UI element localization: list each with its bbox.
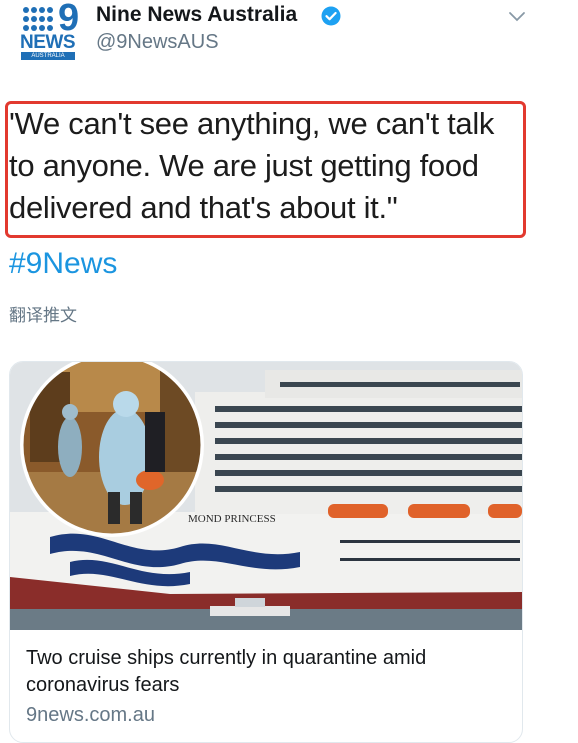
logo-dots-icon	[23, 7, 53, 31]
verified-badge-icon	[321, 6, 341, 26]
chevron-down-icon[interactable]	[508, 10, 526, 24]
link-card[interactable]: MOND PRINCESS Two cruise ships currently…	[9, 361, 523, 743]
account-name[interactable]: Nine News Australia	[96, 3, 297, 27]
card-domain: 9news.com.au	[26, 704, 155, 726]
logo-number: 9	[58, 0, 80, 39]
logo-word: NEWS	[20, 32, 76, 53]
hashtag-link[interactable]: #9News	[9, 247, 117, 281]
card-title[interactable]: Two cruise ships currently in quarantine…	[26, 645, 512, 699]
logo-country: AUSTRALIA	[21, 52, 75, 60]
translate-tweet-link[interactable]: 翻译推文	[9, 301, 77, 326]
card-title-line: coronavirus fears	[26, 674, 180, 696]
account-handle[interactable]: @9NewsAUS	[96, 31, 219, 54]
cruise-ship-image: MOND PRINCESS	[10, 362, 522, 630]
nine-news-logo[interactable]: 9 NEWS AUSTRALIA	[20, 0, 79, 60]
card-title-line: Two cruise ships currently in quarantine…	[26, 647, 427, 669]
ship-name-text: MOND PRINCESS	[188, 513, 276, 525]
highlight-box	[5, 101, 526, 238]
